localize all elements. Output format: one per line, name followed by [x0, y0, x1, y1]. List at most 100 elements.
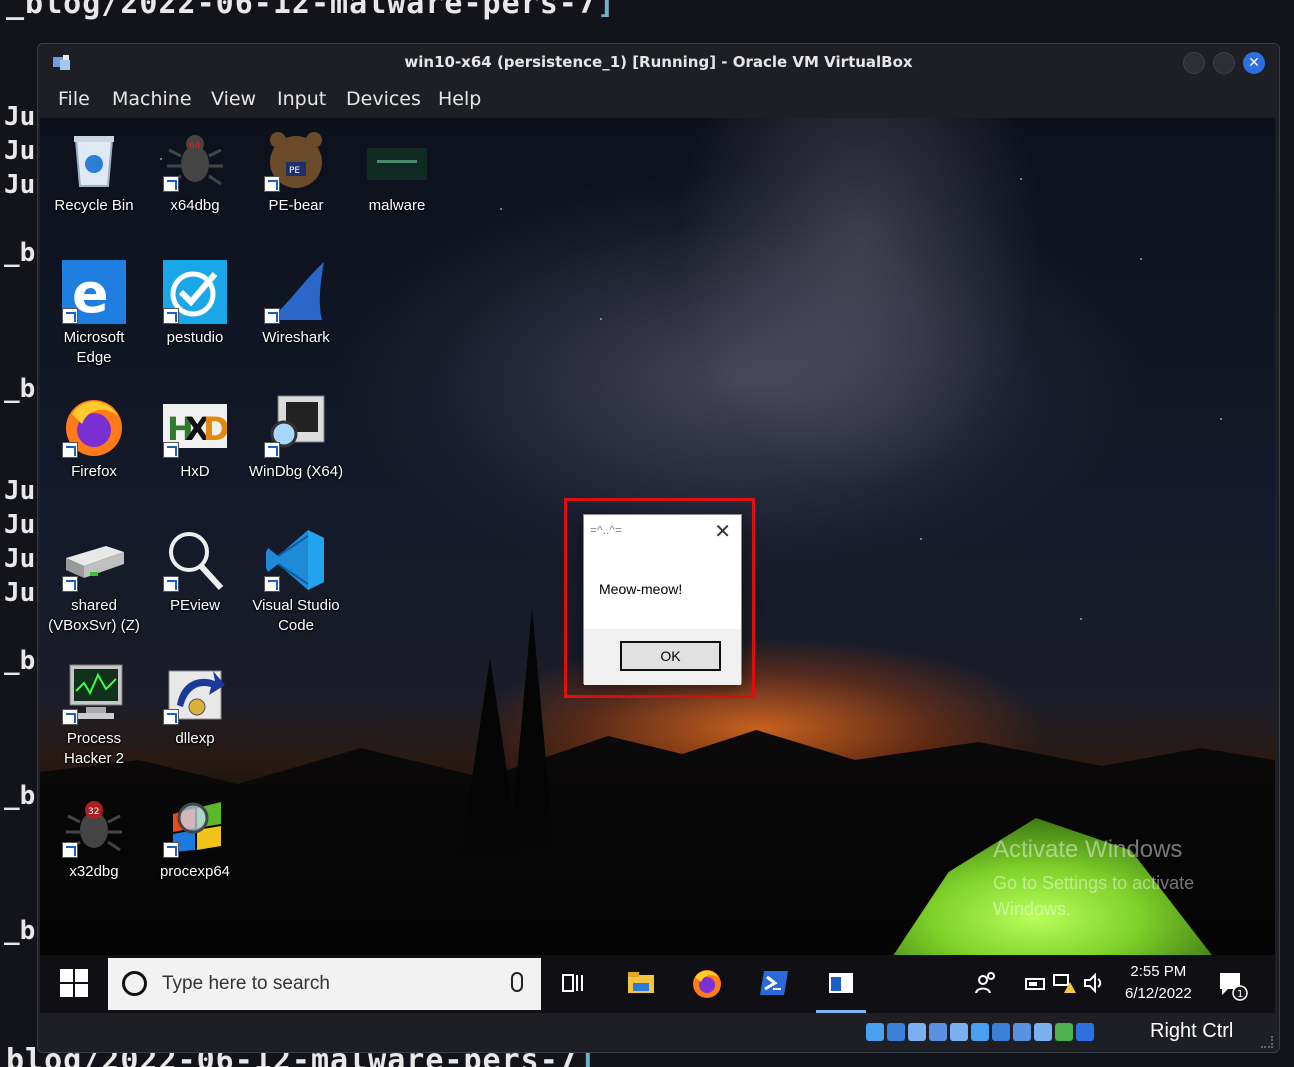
- desktop-icon-firefox[interactable]: Firefox: [46, 394, 142, 482]
- network-warning-icon[interactable]: [1052, 971, 1076, 995]
- desktop-icon-label: malware: [368, 197, 426, 214]
- menu-view[interactable]: View: [211, 88, 256, 110]
- desktop-icon-procexp[interactable]: procexp64: [147, 794, 243, 882]
- network-icon[interactable]: [929, 1023, 947, 1041]
- desktop-icon-process-hacker[interactable]: Process Hacker 2: [46, 661, 142, 769]
- svg-text:PE: PE: [289, 166, 300, 176]
- desktop-icon-x32dbg[interactable]: 32 x32dbg: [46, 794, 142, 882]
- desktop-icon-pe-bear[interactable]: PE PE-bear: [248, 128, 344, 216]
- display-icon[interactable]: [992, 1023, 1010, 1041]
- desktop-icon-x64dbg[interactable]: 64 x64dbg: [147, 128, 243, 216]
- battery-icon[interactable]: [1025, 973, 1047, 995]
- running-app-icon[interactable]: [825, 967, 857, 999]
- minimize-button[interactable]: [1183, 52, 1205, 74]
- star: [1220, 418, 1222, 420]
- powershell-icon[interactable]: [758, 967, 790, 999]
- star: [1020, 178, 1022, 180]
- optical-drive-icon[interactable]: [887, 1023, 905, 1041]
- terminal-fragment: Ju: [4, 170, 36, 200]
- usb-icon[interactable]: [950, 1023, 968, 1041]
- terminal-fragment: _b: [4, 781, 36, 811]
- ok-button[interactable]: OK: [620, 641, 721, 671]
- file-explorer-icon[interactable]: [625, 967, 657, 999]
- action-center-icon[interactable]: 1: [1216, 969, 1248, 1001]
- activation-watermark: Activate Windows Go to Settings to activ…: [993, 836, 1194, 922]
- close-button[interactable]: ✕: [1243, 52, 1265, 74]
- start-button[interactable]: [60, 969, 90, 999]
- guest-desktop[interactable]: Recycle Bin 64 x64dbg PE PE-bear malware…: [40, 118, 1275, 1013]
- terminal-fragment: _b: [4, 238, 36, 268]
- recording-icon[interactable]: [1013, 1023, 1031, 1041]
- virtualization-icon[interactable]: [1034, 1023, 1052, 1041]
- desktop-icon-windbg[interactable]: WinDbg (X64): [248, 394, 344, 482]
- desktop-icon-wireshark[interactable]: Wireshark: [248, 260, 344, 348]
- terminal-fragment: _b: [4, 646, 36, 676]
- device-status-icons: [866, 1023, 1094, 1043]
- desktop-icon-label: shared (VBoxSvr) (Z): [48, 597, 140, 634]
- window-title: win10-x64 (persistence_1) [Running] - Or…: [404, 53, 913, 71]
- audio-icon[interactable]: [908, 1023, 926, 1041]
- resize-grip[interactable]: [1261, 1036, 1273, 1048]
- firefox-taskbar-icon[interactable]: [691, 967, 723, 999]
- volume-icon[interactable]: [1082, 971, 1106, 995]
- people-icon[interactable]: [974, 971, 998, 995]
- message-box-dialog: =^..^= ✕ Meow-meow! OK: [583, 514, 742, 685]
- shortcut-arrow-icon: [264, 308, 280, 324]
- shared-folders-icon[interactable]: [971, 1023, 989, 1041]
- windows-logo-icon: [60, 984, 73, 997]
- terminal-fragment: _b: [4, 916, 36, 946]
- terminal-path-top: _blog/2022-06-12-malware-pers-7]: [6, 0, 616, 21]
- menu-devices[interactable]: Devices: [346, 88, 421, 110]
- shortcut-arrow-icon: [264, 176, 280, 192]
- terminal-fragment: Ju: [4, 102, 36, 132]
- terminal-fragment: Ju: [4, 136, 36, 166]
- desktop-icon-label: Wireshark: [262, 329, 330, 346]
- desktop-icon-label: Process Hacker 2: [63, 730, 125, 767]
- recycle-bin-icon: [74, 136, 114, 187]
- desktop-icon-label: procexp64: [159, 863, 231, 880]
- star: [600, 318, 602, 320]
- star: [1080, 618, 1082, 620]
- maximize-button[interactable]: [1213, 52, 1235, 74]
- shortcut-arrow-icon: [163, 442, 179, 458]
- desktop-icon-shared-drive[interactable]: shared (VBoxSvr) (Z): [46, 528, 142, 636]
- search-input[interactable]: Type here to search: [108, 958, 541, 1010]
- hard-disk-icon[interactable]: [866, 1023, 884, 1041]
- desktop-icon-peview[interactable]: PEview: [147, 528, 243, 616]
- desktop-icon-label: Firefox: [71, 463, 117, 480]
- desktop-icon-malware[interactable]: malware: [349, 128, 445, 216]
- windows-taskbar: Type here to search 2:55 PM 6/12/2022 1: [40, 955, 1275, 1013]
- dialog-message: Meow-meow!: [599, 581, 683, 597]
- desktop-icon-edge[interactable]: e Microsoft Edge: [46, 260, 142, 368]
- desktop-icon-label: Visual Studio Code: [252, 597, 340, 634]
- watermark-title: Activate Windows: [993, 836, 1183, 863]
- window-titlebar[interactable]: win10-x64 (persistence_1) [Running] - Or…: [38, 44, 1279, 82]
- host-key-label[interactable]: Right Ctrl: [1150, 1020, 1233, 1043]
- folder-icon: [367, 148, 427, 180]
- shortcut-arrow-icon: [163, 709, 179, 725]
- star: [500, 208, 502, 210]
- star: [1140, 258, 1142, 260]
- desktop-icon-vscode[interactable]: Visual Studio Code: [248, 528, 344, 636]
- menu-help[interactable]: Help: [438, 88, 481, 110]
- dialog-close-icon[interactable]: ✕: [714, 519, 731, 543]
- mouse-integration-icon[interactable]: [1055, 1023, 1073, 1041]
- task-view-icon[interactable]: [558, 967, 590, 999]
- menu-machine[interactable]: Machine: [112, 88, 192, 110]
- tree-silhouette: [510, 608, 554, 848]
- keyboard-capture-icon[interactable]: [1076, 1023, 1094, 1041]
- desktop-icon-pestudio[interactable]: pestudio: [147, 260, 243, 348]
- system-clock[interactable]: 2:55 PM 6/12/2022: [1125, 961, 1192, 1005]
- menu-input[interactable]: Input: [277, 88, 326, 110]
- desktop-icon-hxd[interactable]: H X D HxD: [147, 394, 243, 482]
- notification-count: 1: [1237, 989, 1243, 1000]
- desktop-icon-dllexp[interactable]: dllexp: [147, 661, 243, 749]
- shortcut-arrow-icon: [264, 576, 280, 592]
- menu-file[interactable]: File: [58, 88, 90, 110]
- windows-logo-icon: [75, 984, 88, 997]
- desktop-icon-recycle-bin[interactable]: Recycle Bin: [46, 128, 142, 216]
- microphone-icon[interactable]: [511, 972, 523, 992]
- shortcut-arrow-icon: [163, 176, 179, 192]
- terminal-fragment: Ju: [4, 578, 36, 608]
- shortcut-arrow-icon: [62, 576, 78, 592]
